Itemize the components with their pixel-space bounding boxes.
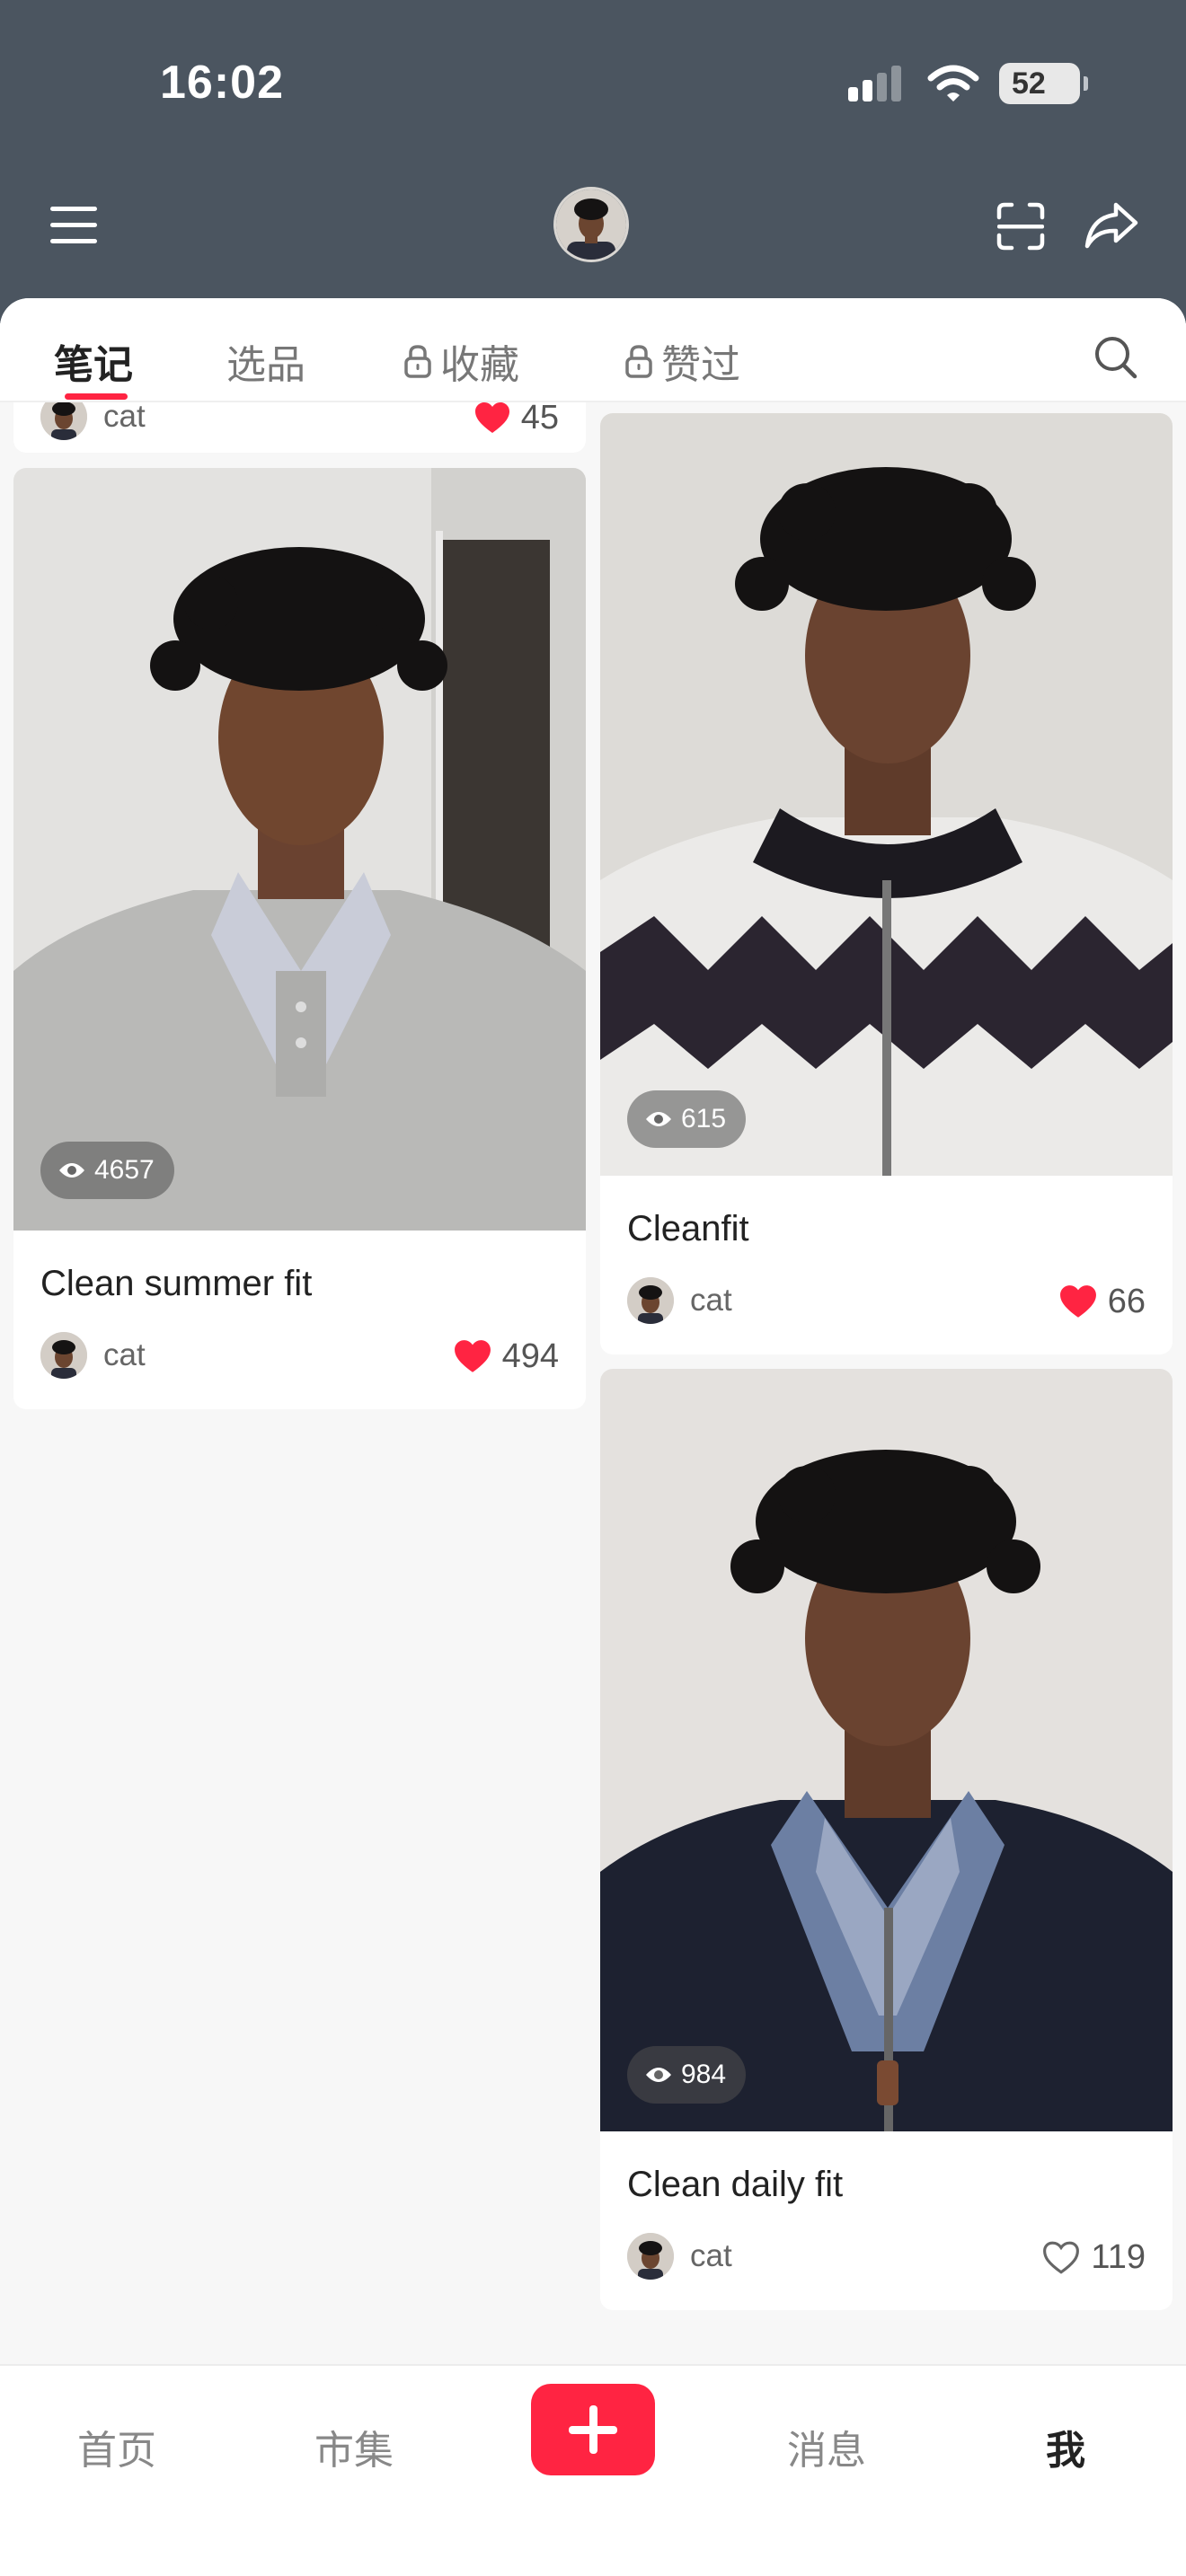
author-avatar (40, 1332, 87, 1379)
status-icons: 52 (846, 63, 1088, 104)
heart-outline-icon (1043, 2241, 1080, 2274)
note-card[interactable]: 984 Clean daily fit cat 119 (600, 1369, 1173, 2310)
wifi-icon (927, 65, 979, 101)
nav-market[interactable]: 市集 (314, 2418, 394, 2475)
like-button[interactable]: 494 (454, 1337, 559, 1376)
card-author[interactable]: cat (627, 2233, 732, 2280)
note-card[interactable]: 615 Cleanfit cat 66 (600, 413, 1173, 1354)
content-panel: cat 45 笔记 选品 收藏 赞过 4657 Clean summer fit… (0, 298, 1186, 2364)
like-count: 45 (520, 399, 559, 437)
like-count: 494 (501, 1337, 559, 1375)
views-count: 984 (681, 2060, 727, 2089)
nav-home[interactable]: 首页 (77, 2418, 156, 2475)
author-name: cat (690, 2238, 732, 2273)
heart-filled-icon (454, 1339, 491, 1372)
author-name: cat (103, 399, 146, 434)
note-title: Cleanfit (627, 1209, 749, 1248)
tab-label: 赞过 (661, 342, 740, 388)
lock-icon (625, 345, 652, 378)
author-name: cat (103, 1337, 146, 1372)
like-button[interactable]: 66 (1059, 1283, 1146, 1321)
tab-collections[interactable]: 收藏 (403, 332, 519, 390)
like-button[interactable]: 45 (474, 399, 559, 437)
tab-label: 笔记 (54, 342, 133, 388)
profile-avatar[interactable] (553, 187, 629, 262)
battery-indicator: 52 (999, 63, 1088, 104)
author-avatar (627, 2233, 674, 2280)
scan-icon[interactable] (994, 199, 1048, 253)
nav-messages[interactable]: 消息 (787, 2418, 866, 2475)
heart-filled-icon (474, 401, 509, 433)
app-header: 16:02 52 (0, 0, 1186, 323)
profile-tabs: 笔记 选品 收藏 赞过 (0, 298, 1186, 402)
bottom-nav: 首页 市集 消息 我 (0, 2364, 1186, 2576)
views-count: 4657 (94, 1155, 155, 1185)
share-icon[interactable] (1082, 198, 1141, 251)
add-post-button[interactable] (531, 2384, 655, 2475)
note-title: Clean daily fit (627, 2165, 844, 2204)
views-badge: 615 (627, 1090, 747, 1148)
nav-me[interactable]: 我 (1046, 2418, 1085, 2475)
card-author[interactable]: cat (40, 1332, 146, 1379)
note-card[interactable]: 4657 Clean summer fit cat 494 (13, 468, 586, 1409)
author-name: cat (690, 1283, 732, 1318)
author-avatar (627, 1277, 674, 1324)
views-badge: 984 (627, 2046, 747, 2104)
menu-icon[interactable] (47, 201, 101, 248)
plus-icon-vertical (589, 2405, 597, 2454)
views-count: 615 (681, 1104, 727, 1134)
like-button[interactable]: 119 (1042, 2238, 1146, 2277)
active-tab-indicator (65, 393, 128, 400)
eye-icon (59, 1163, 84, 1178)
tab-products[interactable]: 选品 (226, 332, 305, 390)
eye-icon (646, 1112, 671, 1126)
heart-filled-icon (1059, 1284, 1096, 1318)
battery-cap (1084, 76, 1088, 91)
tab-label: 选品 (226, 342, 305, 388)
tab-label: 收藏 (440, 342, 519, 388)
battery-level: 52 (1012, 66, 1046, 101)
cellular-signal-icon (848, 66, 901, 101)
card-author[interactable]: cat (627, 1277, 732, 1324)
status-time: 16:02 (160, 57, 284, 109)
like-count: 119 (1091, 2238, 1146, 2276)
note-cover-image[interactable] (13, 468, 586, 1231)
like-count: 66 (1107, 1283, 1146, 1320)
lock-icon (404, 345, 431, 378)
views-badge: 4657 (40, 1142, 174, 1199)
note-cover-image[interactable] (600, 413, 1173, 1176)
eye-icon (646, 2068, 671, 2082)
note-title: Clean summer fit (40, 1264, 313, 1303)
search-icon[interactable] (1093, 334, 1139, 381)
note-cover-image[interactable] (600, 1369, 1173, 2131)
tab-liked[interactable]: 赞过 (624, 332, 740, 390)
tab-notes[interactable]: 笔记 (54, 332, 133, 390)
